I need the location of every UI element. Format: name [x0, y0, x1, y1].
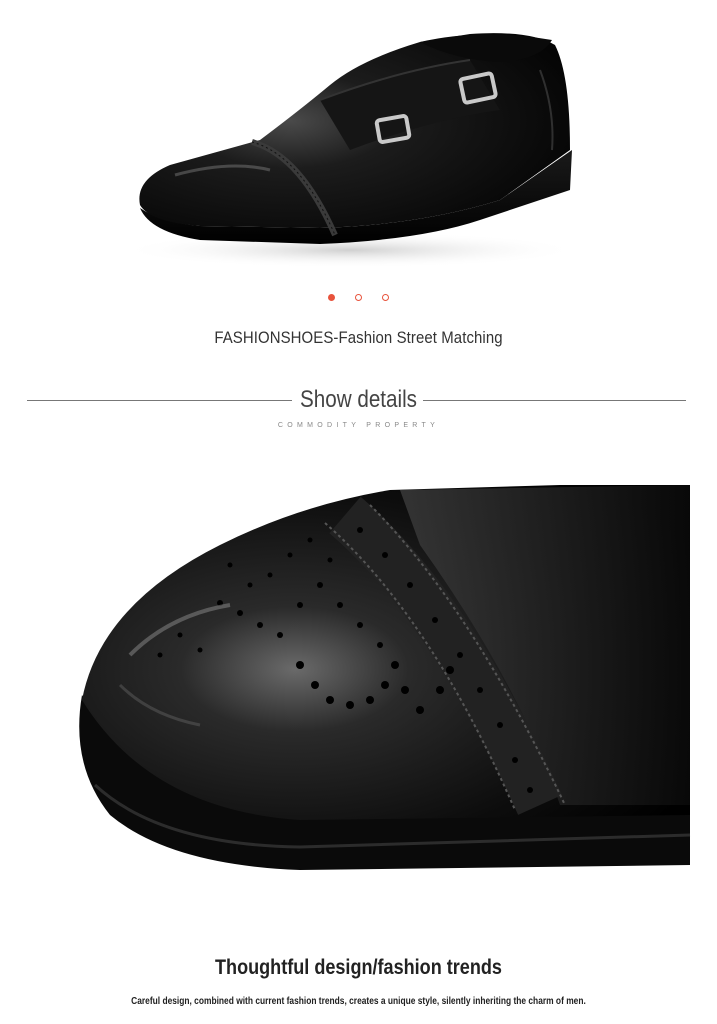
footer-description: Careful design, combined with current fa…	[131, 996, 586, 1007]
brogue-toe-closeup-illustration	[79, 485, 691, 870]
section-title: Show details	[299, 386, 418, 413]
carousel-pagination	[0, 294, 717, 301]
section-subtitle: COMMODITY PROPERTY	[277, 422, 440, 429]
footer-title: Thoughtful design/fashion trends	[215, 956, 502, 979]
carousel-dot-1[interactable]	[328, 294, 335, 301]
carousel-dot-2[interactable]	[355, 294, 362, 301]
product-hero-image	[0, 0, 717, 280]
monk-strap-shoe-illustration	[120, 33, 580, 268]
product-subtitle: FASHIONSHOES-Fashion Street Matching	[214, 328, 503, 347]
detail-closeup-image	[0, 485, 717, 925]
carousel-dot-3[interactable]	[382, 294, 389, 301]
